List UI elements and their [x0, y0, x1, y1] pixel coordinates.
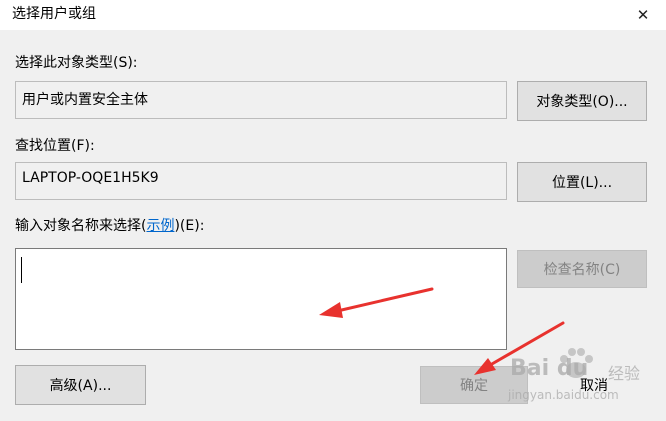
check-names-button[interactable]: 检查名称(C) — [517, 250, 647, 288]
check-names-button-label: 检查名称(C) — [543, 262, 621, 278]
text-caret — [21, 257, 22, 283]
cancel-button-label: 取消 — [580, 378, 608, 394]
object-types-button[interactable]: 对象类型(O)... — [517, 81, 647, 121]
object-names-input[interactable] — [15, 248, 507, 350]
object-names-label-prefix: 输入对象名称来选择( — [15, 218, 147, 234]
advanced-button[interactable]: 高级(A)... — [15, 365, 146, 405]
window-title: 选择用户或组 — [12, 6, 96, 22]
location-value: LAPTOP-OQE1H5K9 — [22, 170, 159, 186]
ok-button[interactable]: 确定 — [420, 366, 528, 404]
close-button[interactable]: ✕ — [620, 0, 666, 30]
location-field: LAPTOP-OQE1H5K9 — [15, 162, 507, 200]
object-type-field: 用户或内置安全主体 — [15, 81, 507, 119]
locations-button[interactable]: 位置(L)... — [517, 162, 647, 202]
close-icon: ✕ — [636, 6, 650, 24]
object-names-label: 输入对象名称来选择(示例)(E): — [15, 215, 204, 235]
locations-button-label: 位置(L)... — [551, 175, 613, 191]
object-types-button-label: 对象类型(O)... — [536, 94, 628, 110]
title-bar: 选择用户或组 ✕ — [0, 0, 666, 30]
object-type-value: 用户或内置安全主体 — [22, 92, 148, 108]
location-label: 查找位置(F): — [15, 138, 95, 154]
cancel-button[interactable]: 取消 — [540, 366, 648, 404]
examples-link[interactable]: 示例 — [146, 218, 174, 234]
object-type-label: 选择此对象类型(S): — [15, 55, 138, 71]
advanced-button-label: 高级(A)... — [49, 378, 112, 394]
ok-button-label: 确定 — [460, 378, 488, 394]
object-names-label-suffix: )(E): — [174, 218, 205, 234]
